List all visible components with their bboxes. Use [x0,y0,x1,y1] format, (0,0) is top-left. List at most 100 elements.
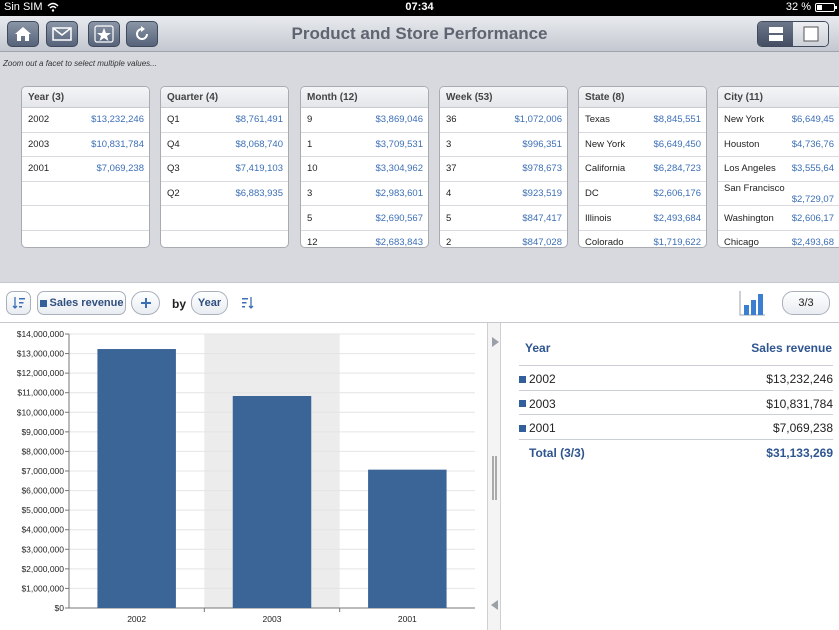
facet-item[interactable]: 37 $978,673 [440,157,567,182]
facet-month[interactable]: Month (12) 9 $3,869,046 1 $3,709,531 10 $3,… [300,86,429,248]
layout-toggle[interactable] [757,21,829,47]
facet-item[interactable]: 2002 $13,232,246 [22,108,149,133]
facet-item-label: Q4 [167,138,180,150]
chart-panel: $0 $1,000,000 $2,000,000 $3,000,000 $4,000,0… [0,323,487,630]
facet-year[interactable]: Year (3) 2002 $13,232,246 2003 $10,831,784… [21,86,150,248]
facet-item[interactable]: Washington $2,606,17 [718,206,839,231]
facet-item-label: 2 [446,237,452,248]
x-tick-label: 2002 [127,614,146,624]
table-row[interactable]: 2002 $13,232,246 [519,365,833,390]
top-toolbar: Product and Store Performance [0,16,839,52]
facet-item-value: $3,869,046 [375,114,423,126]
bar-2002[interactable] [97,349,176,608]
facet-item[interactable]: 5 $847,417 [440,206,567,231]
facet-week[interactable]: Week (53) 36 $1,072,006 3 $996,351 37 $978,… [439,86,568,248]
x-tick-label: 2001 [398,614,417,624]
facet-item[interactable]: 9 $3,869,046 [301,108,428,133]
row-year: 2001 [529,421,556,435]
facet-item-value: $978,673 [522,163,562,175]
table-row[interactable]: 2003 $10,831,784 [519,389,833,415]
facet-item[interactable]: 2001 $7,069,238 [22,157,149,182]
facet-item-value: $6,649,45 [791,114,834,126]
facet-title: State (8) [579,87,706,108]
table-row[interactable]: 2001 $7,069,238 [519,414,833,439]
facet-item[interactable]: 12 $2,683,843 [301,231,428,248]
column-header-year[interactable]: Year [525,341,550,355]
sort-measure-button[interactable] [6,291,31,315]
facet-item-label: Q1 [167,114,180,126]
facet-item-value: $6,284,723 [653,163,701,175]
split-view-button[interactable] [758,22,793,46]
row-year: 2002 [529,372,556,386]
facet-empty-row [161,231,288,247]
collapse-left-icon[interactable] [489,599,501,611]
facet-item[interactable]: California $6,284,723 [579,157,706,182]
chart-type-button[interactable] [738,289,766,322]
facet-item[interactable]: Houston $4,736,76 [718,133,839,158]
facet-item[interactable]: 3 $996,351 [440,133,567,158]
split-layout-icon [768,27,783,41]
facet-item[interactable]: 36 $1,072,006 [440,108,567,133]
facet-empty-row [22,231,149,247]
facet-item[interactable]: 3 $2,983,601 [301,182,428,207]
facet-item[interactable]: 4 $923,519 [440,182,567,207]
battery-label: 32 % [785,1,811,13]
facet-item[interactable]: DC $2,606,176 [579,182,706,207]
facet-item-label: 37 [446,163,457,175]
facet-item[interactable]: Colorado $1,719,622 [579,231,706,247]
panel-divider[interactable] [487,323,501,630]
by-label: by [172,297,187,311]
facet-item[interactable]: San Francisco $2,729,07 [718,182,839,207]
facet-quarter[interactable]: Quarter (4) Q1 $8,761,491 Q4 $8,068,740 Q3… [160,86,289,248]
bar-2001[interactable] [368,469,447,608]
facet-item-value: $2,683,843 [375,237,423,248]
facet-item-label: San Francisco [724,182,785,194]
facet-item[interactable]: New York $6,649,450 [579,133,706,158]
facet-item-value: $2,493,684 [653,212,701,224]
facet-item[interactable]: Q4 $8,068,740 [161,133,288,158]
facet-item[interactable]: 1 $3,709,531 [301,133,428,158]
y-tick-label: $8,000,000 [21,446,64,456]
single-view-button[interactable] [793,22,828,46]
bar-2003[interactable] [232,396,312,608]
facet-item-label: 5 [307,212,313,224]
facet-item[interactable]: Q2 $6,883,935 [161,182,288,207]
y-tick-label: $2,000,000 [21,564,64,574]
facet-item[interactable]: Q1 $8,761,491 [161,108,288,133]
measure-color-swatch [39,299,47,307]
collapse-right-icon[interactable] [489,336,501,348]
page-indicator-button[interactable]: 3/3 [782,291,830,315]
series-swatch [519,424,526,432]
facet-item[interactable]: 10 $3,304,962 [301,157,428,182]
facet-item-value: $8,761,491 [235,114,283,126]
sort-dimension-button[interactable] [241,296,255,315]
page-indicator: 3/3 [798,297,814,309]
facet-item-value: $2,606,176 [653,188,701,200]
facet-item[interactable]: Texas $8,845,551 [579,108,706,133]
facet-item[interactable]: Los Angeles $3,555,64 [718,157,839,182]
facet-item-value: $8,845,551 [653,114,701,126]
facet-item[interactable]: 2 $847,028 [440,231,567,248]
status-time: 07:34 [405,1,434,13]
facet-item[interactable]: 2003 $10,831,784 [22,133,149,158]
y-tick-label: $0 [55,603,65,613]
dimension-selector[interactable]: Year [191,291,228,315]
facet-item-label: 3 [307,188,313,200]
divider-grip[interactable] [492,456,497,500]
facet-item-value: $2,690,567 [375,212,423,224]
facet-state[interactable]: State (8) Texas $8,845,551 New York $6,649… [578,86,707,248]
facet-item-label: New York [585,138,626,150]
y-tick-label: $13,000,000 [17,349,65,359]
facet-item[interactable]: New York $6,649,45 [718,108,839,133]
facet-item[interactable]: Illinois $2,493,684 [579,206,706,231]
measure-selector[interactable]: Sales revenue [37,291,126,315]
facet-item[interactable]: 5 $2,690,567 [301,206,428,231]
column-header-revenue[interactable]: Sales revenue [751,341,832,355]
facet-city[interactable]: City (11) New York $6,649,45 Houston $4,73… [717,86,839,248]
facet-item[interactable]: Chicago $2,493,68 [718,231,839,247]
facet-item-label: 12 [307,237,318,248]
add-measure-button[interactable] [131,291,160,315]
y-tick-label: $10,000,000 [17,407,65,417]
facet-item[interactable]: Q3 $7,419,103 [161,157,288,182]
facet-item-label: Houston [724,138,760,150]
